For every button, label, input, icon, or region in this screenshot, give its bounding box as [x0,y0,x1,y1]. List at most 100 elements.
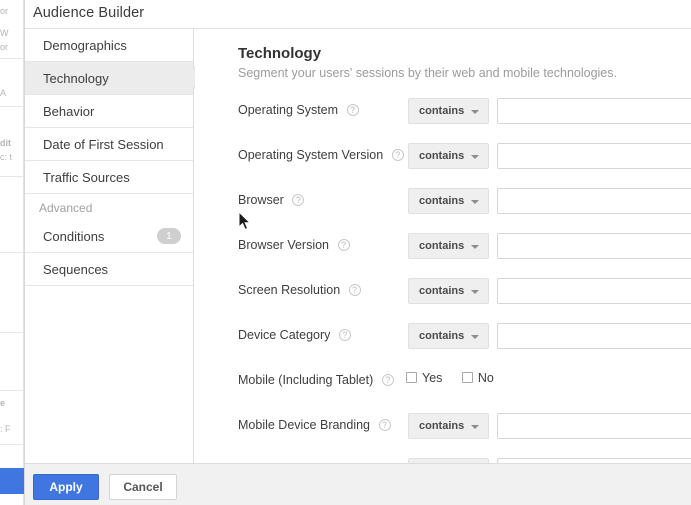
dialog-footer: Apply Cancel [25,463,691,505]
background-text-fragment: dit [0,138,24,148]
row-label: Browser ? [238,193,304,207]
help-icon[interactable]: ? [292,194,304,206]
dialog-title: Audience Builder [33,5,144,21]
operator-dropdown[interactable]: contains [408,98,489,124]
conditions-count-badge: 1 [157,228,181,244]
row-browser-version: Browser Version ? contains [195,229,691,274]
row-mobile-including-tablet: Mobile (Including Tablet) ? Yes No [195,364,691,409]
help-icon[interactable]: ? [382,374,394,386]
row-label-text: Browser Version [238,238,329,252]
sidebar-item-date-of-first-session[interactable]: Date of First Session [25,128,193,161]
row-operating-system-version: Operating System Version ? contains [195,139,691,184]
dialog-titlebar: Audience Builder [25,0,691,29]
checkbox-icon-no[interactable] [462,372,473,383]
value-field-wrapper[interactable] [497,233,691,259]
help-icon[interactable]: ? [349,284,361,296]
background-divider [0,332,24,333]
row-label-text: Operating System [238,103,338,117]
value-input[interactable] [498,99,691,123]
value-field-wrapper[interactable] [497,143,691,169]
operator-label: contains [419,105,464,117]
sidebar: Demographics Technology Behavior Date of… [25,29,194,463]
sidebar-item-conditions[interactable]: Conditions 1 [25,220,193,253]
background-text-fragment: W [0,28,24,38]
row-partial-clipped: ? contains [195,454,691,463]
value-input[interactable] [498,414,691,438]
value-input[interactable] [498,324,691,348]
row-label: Screen Resolution ? [238,283,361,297]
value-field-wrapper[interactable] [497,413,691,439]
mobile-choice-group: Yes No [406,371,510,385]
value-field-wrapper[interactable] [497,278,691,304]
row-label: Device Category ? [238,328,351,342]
content-pane: Technology Segment your users' sessions … [195,29,691,463]
apply-button[interactable]: Apply [33,474,99,500]
chevron-down-icon [471,425,479,429]
row-operating-system: Operating System ? contains [195,94,691,139]
pane-header: Technology Segment your users' sessions … [195,29,691,80]
chevron-down-icon [471,290,479,294]
chevron-down-icon [471,200,479,204]
value-input[interactable] [498,144,691,168]
operator-dropdown[interactable]: contains [408,188,489,214]
chevron-down-icon [471,335,479,339]
mobile-yes-label: Yes [422,371,442,385]
sidebar-item-traffic-sources[interactable]: Traffic Sources [25,161,193,194]
help-icon[interactable]: ? [392,149,404,161]
background-text-fragment: A [0,88,24,98]
background-divider [0,176,24,177]
value-input[interactable] [498,189,691,213]
background-divider [0,106,24,107]
row-label-text: Mobile (Including Tablet) [238,373,373,387]
background-divider [0,444,24,445]
operator-dropdown[interactable]: contains [408,233,489,259]
background-text-fragment: : F [0,424,24,434]
sidebar-item-demographics[interactable]: Demographics [25,29,193,62]
mobile-no-option[interactable]: No [462,371,494,385]
operator-label: contains [419,195,464,207]
sidebar-item-behavior[interactable]: Behavior [25,95,193,128]
operator-label: contains [419,150,464,162]
background-divider [0,252,24,253]
value-input[interactable] [498,234,691,258]
checkbox-icon-yes[interactable] [406,372,417,383]
chevron-down-icon [471,110,479,114]
cancel-button[interactable]: Cancel [109,474,177,500]
help-icon[interactable]: ? [338,239,350,251]
operator-dropdown[interactable]: contains [408,323,489,349]
sidebar-item-label: Sequences [43,262,108,277]
sidebar-item-technology[interactable]: Technology [25,62,193,95]
mobile-yes-option[interactable]: Yes [406,371,446,385]
operator-dropdown[interactable]: contains [408,278,489,304]
row-label-text: Screen Resolution [238,283,340,297]
operator-label: contains [419,285,464,297]
row-screen-resolution: Screen Resolution ? contains [195,274,691,319]
page-title: Technology [238,45,691,62]
background-text-fragment: or [0,42,24,52]
operator-dropdown[interactable]: contains [408,143,489,169]
value-field-wrapper[interactable] [497,188,691,214]
row-label-text: Device Category [238,328,330,342]
background-button [0,468,24,494]
value-input[interactable] [498,279,691,303]
value-field-wrapper[interactable] [497,98,691,124]
mobile-no-label: No [478,371,494,385]
value-field-wrapper[interactable] [497,323,691,349]
sidebar-item-sequences[interactable]: Sequences [25,253,193,286]
operator-label: contains [419,420,464,432]
row-label: Operating System ? [238,103,359,117]
page-subtitle: Segment your users' sessions by their we… [238,66,691,80]
chevron-down-icon [471,155,479,159]
sidebar-item-label: Behavior [43,104,94,119]
operator-label: contains [419,330,464,342]
help-icon[interactable]: ? [347,104,359,116]
row-label-text: Mobile Device Branding [238,418,370,432]
help-icon[interactable]: ? [339,329,351,341]
background-divider [0,58,24,59]
operator-dropdown[interactable]: contains [408,413,489,439]
help-icon[interactable]: ? [379,419,391,431]
row-label-text: Browser [238,193,284,207]
row-label: Operating System Version ? [238,148,404,162]
sidebar-item-label: Traffic Sources [43,170,130,185]
sidebar-item-label: Demographics [43,38,127,53]
